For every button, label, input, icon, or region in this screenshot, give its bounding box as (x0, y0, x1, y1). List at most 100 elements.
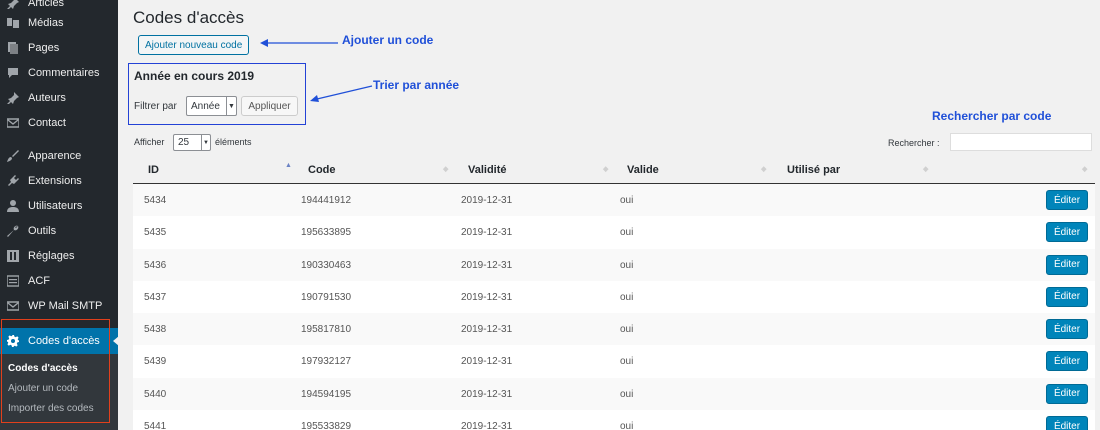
sidebar-item-label: Réglages (28, 250, 75, 262)
edit-button[interactable]: Éditer (1046, 319, 1088, 340)
sidebar-item-label: WP Mail SMTP (28, 300, 103, 312)
add-new-code-button[interactable]: Ajouter nouveau code (138, 35, 250, 55)
cell-valid: oui (620, 421, 634, 430)
cell-code: 195817810 (301, 324, 352, 336)
table-body: 5434 194441912 2019-12-31 oui Éditer 5435 1956… (133, 184, 1095, 430)
table-row: 5441 195533829 2019-12-31 oui Éditer (133, 410, 1095, 430)
sidebar-item-contact[interactable]: Contact (0, 111, 118, 135)
cell-code: 190791530 (301, 291, 352, 303)
table-row: 5439 197932127 2019-12-31 oui Éditer (133, 345, 1095, 378)
edit-button[interactable]: Éditer (1046, 222, 1088, 243)
admin-sidebar: Articles Médias Pages Commentaires Auteu… (0, 0, 119, 430)
cell-code: 195633895 (301, 227, 352, 239)
annotation-add-code: Ajouter un code (342, 33, 434, 47)
sort-icon[interactable]: ◆ (603, 165, 608, 173)
cell-validity: 2019-12-31 (461, 227, 513, 239)
sidebar-item-medias[interactable]: Médias (0, 11, 118, 35)
sidebar-item-label: ACF (28, 275, 50, 287)
page-length-select[interactable]: 25 ▼ (173, 134, 211, 151)
table-header: ID ▲ Code ◆ Validité ◆ Valide ◆ Utilisé … (133, 156, 1095, 184)
table-row: 5440 194594195 2019-12-31 oui Éditer (133, 377, 1095, 411)
edit-button[interactable]: Éditer (1046, 286, 1088, 307)
sidebar-item-label: Articles (28, 0, 65, 9)
sidebar-item-label: Outils (28, 225, 57, 237)
cell-validity: 2019-12-31 (461, 421, 513, 430)
sidebar-item-appearance[interactable]: Apparence (0, 144, 118, 168)
cell-id: 5438 (144, 324, 167, 336)
column-header-valid[interactable]: Valide (627, 164, 659, 176)
pin-icon (6, 0, 20, 10)
sidebar-item-authors[interactable]: Auteurs (0, 86, 118, 110)
cell-valid: oui (620, 388, 634, 400)
sidebar-item-users[interactable]: Utilisateurs (0, 194, 118, 218)
column-header-validity[interactable]: Validité (468, 164, 507, 176)
table-row: 5436 190330463 2019-12-31 oui Éditer (133, 248, 1095, 281)
cell-id: 5437 (144, 291, 167, 303)
edit-button[interactable]: Éditer (1046, 351, 1088, 372)
sort-icon[interactable]: ◆ (443, 165, 448, 173)
table-row: 5437 190791530 2019-12-31 oui Éditer (133, 280, 1095, 314)
sidebar-item-wp-mail-smtp[interactable]: WP Mail SMTP (0, 294, 118, 318)
highlight-frame (1, 319, 110, 423)
mail-icon (6, 299, 20, 313)
year-select-value: Année (191, 100, 220, 112)
cell-valid: oui (620, 227, 634, 239)
sidebar-item-label: Apparence (28, 150, 82, 162)
column-header-id[interactable]: ID (148, 164, 159, 176)
sidebar-item-tools[interactable]: Outils (0, 219, 118, 243)
annotation-search-code: Rechercher par code (932, 109, 1052, 123)
sidebar-item-extensions[interactable]: Extensions (0, 169, 118, 193)
edit-button[interactable]: Éditer (1046, 190, 1088, 210)
table-row: 5435 195633895 2019-12-31 oui Éditer (133, 216, 1095, 249)
comment-icon (6, 66, 20, 80)
apply-button[interactable]: Appliquer (241, 96, 298, 116)
sidebar-item-label: Médias (28, 17, 64, 29)
cell-validity: 2019-12-31 (461, 291, 513, 303)
select-arrow-icon: ▼ (226, 97, 236, 115)
sidebar-item-label: Extensions (28, 175, 82, 187)
search-input[interactable] (950, 133, 1092, 151)
cell-code: 194441912 (301, 195, 352, 206)
edit-button[interactable]: Éditer (1046, 416, 1088, 430)
page-length-value: 25 (178, 137, 190, 148)
pin-icon (6, 91, 20, 105)
sidebar-item-settings[interactable]: Réglages (0, 244, 118, 268)
sort-icon[interactable]: ◆ (1082, 165, 1087, 173)
cell-valid: oui (620, 356, 634, 368)
sidebar-item-pages[interactable]: Pages (0, 36, 118, 60)
sort-icon[interactable]: ◆ (761, 165, 766, 173)
year-select[interactable]: Année ▼ (186, 96, 237, 116)
cell-id: 5434 (144, 195, 167, 206)
search-label: Rechercher : (888, 138, 940, 148)
select-arrow-icon: ▼ (201, 135, 210, 150)
annotation-arrow-sort (310, 85, 373, 102)
cell-valid: oui (620, 195, 634, 206)
cell-validity: 2019-12-31 (461, 324, 513, 336)
cell-code: 195533829 (301, 421, 352, 430)
sidebar-item-label: Contact (28, 117, 66, 129)
cell-id: 5441 (144, 421, 167, 430)
filter-label: Filtrer par (134, 101, 177, 112)
cell-validity: 2019-12-31 (461, 195, 513, 206)
page-icon (6, 41, 20, 55)
cell-id: 5436 (144, 259, 167, 271)
cell-id: 5440 (144, 388, 167, 400)
cell-validity: 2019-12-31 (461, 259, 513, 271)
sort-asc-icon[interactable]: ▲ (285, 162, 292, 169)
cell-code: 197932127 (301, 356, 352, 368)
list-icon (6, 274, 20, 288)
column-header-used-by[interactable]: Utilisé par (787, 164, 840, 176)
sort-icon[interactable]: ◆ (923, 165, 928, 173)
edit-button[interactable]: Éditer (1046, 383, 1088, 404)
edit-button[interactable]: Éditer (1046, 254, 1088, 275)
page-title: Codes d'accès (133, 8, 244, 27)
sidebar-item-comments[interactable]: Commentaires (0, 61, 118, 85)
cell-id: 5439 (144, 356, 167, 368)
column-header-code[interactable]: Code (308, 164, 336, 176)
table-row: 5438 195817810 2019-12-31 oui Éditer (133, 313, 1095, 346)
brush-icon (6, 149, 20, 163)
codes-table: ID ▲ Code ◆ Validité ◆ Valide ◆ Utilisé … (133, 156, 1095, 430)
mail-icon (6, 116, 20, 130)
sidebar-item-acf[interactable]: ACF (0, 269, 118, 293)
user-icon (6, 199, 20, 213)
